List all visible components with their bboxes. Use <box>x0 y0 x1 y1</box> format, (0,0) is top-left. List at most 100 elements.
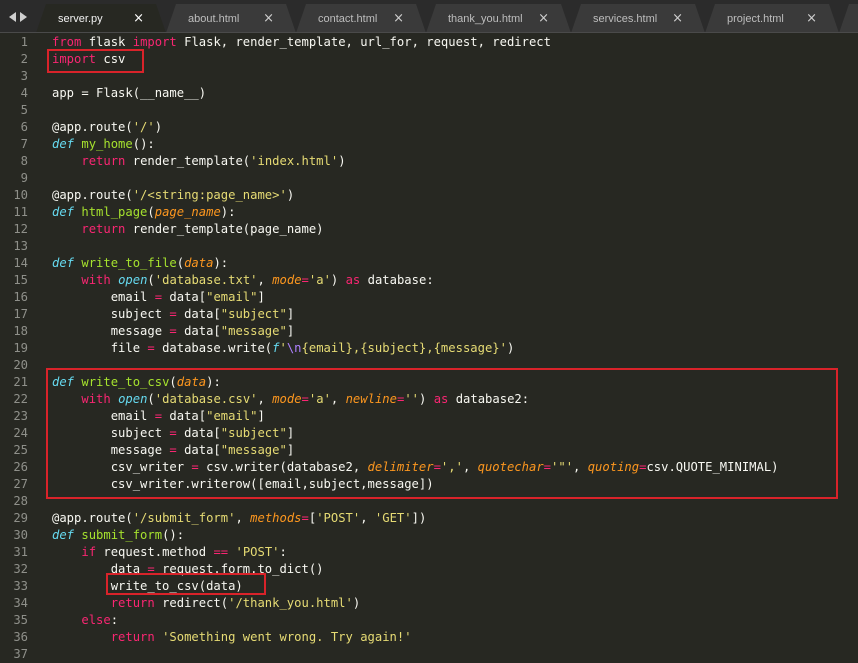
code-token: , <box>257 392 273 406</box>
tab-server-py[interactable]: server.py × <box>36 4 166 33</box>
code-token: ] <box>286 426 295 440</box>
code-token: 'a' <box>308 392 331 406</box>
code-token: quotechar <box>477 460 544 474</box>
code-line: else: <box>52 612 118 629</box>
code-token: csv.writer(database2, <box>198 460 368 474</box>
code-token: ) <box>154 120 163 134</box>
line-number: 37 <box>13 647 28 661</box>
code-token: = <box>191 460 199 474</box>
code-token: '/<string:page_name>' <box>132 188 287 202</box>
code-token: 'index.html' <box>250 154 339 168</box>
code-token: with <box>81 392 111 406</box>
code-line: csv_writer = csv.writer(database2, delim… <box>52 459 779 476</box>
code-token: else <box>81 613 111 627</box>
code-token: return <box>110 596 155 610</box>
code-token: ): <box>206 375 221 389</box>
line-number: 31 <box>13 545 28 559</box>
code-line: from flask import Flask, render_template… <box>52 34 551 51</box>
code-token: @app.route( <box>52 511 133 525</box>
line-number: 7 <box>20 137 28 151</box>
code-token: ) <box>330 273 346 287</box>
code-token: ] <box>286 443 295 457</box>
code-token: {email},{subject},{message}' <box>301 341 507 355</box>
tab-label: server.py <box>58 13 103 25</box>
code-token: = <box>147 341 155 355</box>
code-token: "subject" <box>220 426 287 440</box>
tab-thank-you-html[interactable]: thank_you.html × <box>426 4 571 33</box>
code-token: email <box>52 290 155 304</box>
tab-project-html[interactable]: project.html × <box>705 4 839 33</box>
line-number: 13 <box>13 239 28 253</box>
code-token: : <box>279 545 287 559</box>
code-token: render_template(page_name) <box>125 222 324 236</box>
code-token: = <box>169 324 177 338</box>
close-icon[interactable]: × <box>672 11 683 26</box>
code-token: @app.route( <box>52 120 133 134</box>
line-number: 19 <box>13 341 28 355</box>
close-icon[interactable]: × <box>538 11 549 26</box>
code-token: "email" <box>206 290 258 304</box>
code-line: return redirect('/thank_you.html') <box>52 595 361 612</box>
code-token: ): <box>213 256 229 270</box>
line-number: 22 <box>13 392 28 406</box>
code-token: '/' <box>132 120 155 134</box>
code-line: message = data["message"] <box>52 442 294 459</box>
line-number: 20 <box>13 358 28 372</box>
code-token: csv_writer <box>52 460 192 474</box>
code-line: if request.method == 'POST': <box>52 544 287 561</box>
line-number: 17 <box>13 307 28 321</box>
code-token: '/thank_you.html' <box>228 596 353 610</box>
code-token: , <box>330 392 346 406</box>
code-token: mode <box>272 273 302 287</box>
line-number: 29 <box>13 511 28 525</box>
code-token: as <box>433 392 449 406</box>
tab-navigation[interactable] <box>0 0 36 32</box>
code-token: database2: <box>448 392 530 406</box>
line-number: 27 <box>13 477 28 491</box>
code-line: write_to_csv(data) <box>52 578 243 595</box>
code-token: flask <box>81 35 133 49</box>
tab-about-html[interactable]: about.html × <box>166 4 296 33</box>
close-icon[interactable]: × <box>806 11 817 26</box>
code-token: file <box>52 341 148 355</box>
code-line: return render_template('index.html') <box>52 153 345 170</box>
code-token: data <box>52 562 148 576</box>
code-token: database.write( <box>154 341 273 355</box>
tab-label: services.html <box>593 13 658 25</box>
code-line: email = data["email"] <box>52 408 265 425</box>
code-token: subject <box>52 307 170 321</box>
code-token: csv <box>96 52 126 66</box>
code-token: ( <box>147 392 155 406</box>
code-token: return <box>81 222 126 236</box>
code-token: csv.QUOTE_MINIMAL) <box>646 460 779 474</box>
code-line: email = data["email"] <box>52 289 265 306</box>
code-line: app = Flask(__name__) <box>52 85 206 102</box>
code-token: Flask, render_template, url_for, request… <box>176 35 551 49</box>
code-line: import csv <box>52 51 125 68</box>
code-line: def my_home(): <box>52 136 155 153</box>
line-number: 3 <box>20 69 28 83</box>
code-token: ): <box>220 205 236 219</box>
code-token: submit_form <box>81 528 163 542</box>
line-number: 35 <box>13 613 28 627</box>
close-icon[interactable]: × <box>133 11 144 26</box>
code-token: data[ <box>176 307 221 321</box>
code-line: def submit_form(): <box>52 527 184 544</box>
arrow-right-icon[interactable] <box>20 11 27 22</box>
line-number: 6 <box>20 120 28 134</box>
code-token: def <box>52 256 75 270</box>
close-icon[interactable]: × <box>393 11 404 26</box>
arrow-left-icon[interactable] <box>9 11 16 22</box>
code-token: "email" <box>206 409 258 423</box>
tab-services-html[interactable]: services.html × <box>571 4 705 33</box>
line-number: 30 <box>13 528 28 542</box>
tab-contact-html[interactable]: contact.html × <box>296 4 426 33</box>
close-icon[interactable]: × <box>263 11 274 26</box>
tab-overflow[interactable]: i <box>839 4 858 33</box>
code-token: write_to_csv <box>81 375 170 389</box>
code-token: message <box>52 443 170 457</box>
